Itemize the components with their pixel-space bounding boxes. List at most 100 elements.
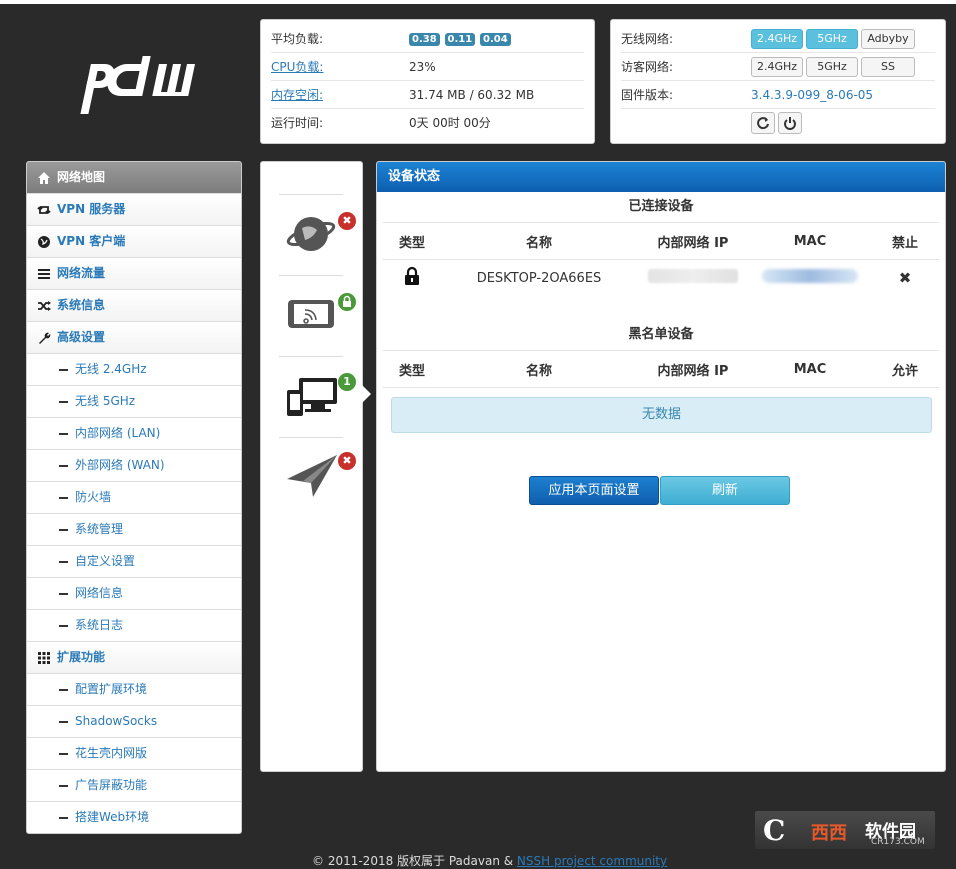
firmware-version-link[interactable]: 3.4.3.9-099_8-06-05 (751, 88, 873, 102)
cpu-load-value: 23% (409, 52, 584, 81)
dash-icon (59, 689, 68, 691)
globe-icon (38, 236, 50, 248)
guest-24ghz-button[interactable]: 2.4GHz (751, 56, 803, 77)
blacklist-title: 黑名单设备 (628, 327, 694, 342)
watermark-site: CR173.COM (871, 837, 925, 847)
sidebar-nav: 网络地图 VPN 服务器 VPN 客户端 网络流量 系统信息 高级设置 无线 2… (26, 161, 242, 834)
sidebar-item-system-admin[interactable]: 系统管理 (27, 514, 241, 546)
col-ip: 内部网络 IP (637, 222, 749, 260)
lock-icon (343, 295, 351, 307)
col-allow: 允许 (871, 350, 939, 388)
sidebar-item-lan[interactable]: 内部网络 (LAN) (27, 418, 241, 450)
wireless-label: 无线网络: (621, 25, 751, 53)
sidebar-item-label: 配置扩展环境 (75, 682, 148, 696)
load-1min: 0.38 (409, 33, 440, 46)
system-status-card: 平均负载: 0.38 0.11 0.04 CPU负载: 23% 内存空闲: 31… (260, 19, 595, 144)
sidebar-item-label: 系统信息 (57, 298, 106, 312)
paper-plane-icon[interactable] (285, 449, 341, 505)
top-strip (0, 0, 956, 4)
redacted-mac (762, 269, 858, 283)
sidebar-item-vpn-server[interactable]: VPN 服务器 (27, 194, 241, 226)
no-data-message: 无数据 (391, 397, 932, 433)
device-status-panel: 设备状态 已连接设备 类型 名称 内部网络 IP MAC 禁止 DESKTOP-… (376, 161, 946, 772)
sidebar-item-system-log[interactable]: 系统日志 (27, 610, 241, 642)
sidebar-item-label: 系统日志 (75, 618, 124, 632)
redacted-ip (648, 269, 738, 283)
community-link[interactable]: NSSH project community (517, 854, 667, 868)
divider (279, 194, 343, 195)
sidebar-item-firewall[interactable]: 防火墙 (27, 482, 241, 514)
uptime-value: 0天 00时 00分 (409, 116, 491, 130)
network-map-icon-column: ✖ 1 ✖ (260, 161, 363, 772)
memory-free-value: 31.74 MB / 60.32 MB (409, 80, 584, 109)
selection-pointer (362, 385, 371, 403)
site-watermark: C 西西 软件园 CR173.COM (755, 811, 935, 849)
sidebar-item-label: 无线 5GHz (75, 394, 136, 408)
refresh-button[interactable] (751, 111, 775, 134)
sidebar-item-network-traffic[interactable]: 网络流量 (27, 258, 241, 290)
wireless-tablet-icon[interactable] (285, 286, 341, 342)
dash-icon (59, 529, 68, 531)
refresh-icon (757, 116, 769, 129)
sidebar-item-label: 扩展功能 (57, 650, 106, 664)
sidebar-item-label: VPN 客户端 (57, 234, 126, 248)
sidebar-item-wan[interactable]: 外部网络 (WAN) (27, 450, 241, 482)
cpu-load-link[interactable]: CPU负载: (271, 60, 323, 74)
blacklist-table: 类型 名称 内部网络 IP MAC 允许 (383, 350, 939, 388)
block-device-icon[interactable]: ✖ (871, 260, 939, 297)
load-5min: 0.11 (444, 33, 476, 46)
panel-actions: 应用本页面设置 刷新 (529, 476, 791, 505)
sidebar-item-wireless-24ghz[interactable]: 无线 2.4GHz (27, 354, 241, 386)
sidebar-item-vpn-client[interactable]: VPN 客户端 (27, 226, 241, 258)
sidebar-item-network-map[interactable]: 网络地图 (27, 162, 241, 194)
watermark-word: 西西 (811, 823, 847, 844)
uptime-label: 运行时间: (271, 116, 324, 130)
divider (279, 437, 343, 438)
lock-badge (338, 293, 356, 311)
guest-label: 访客网络: (621, 52, 751, 81)
sidebar-item-ext-env[interactable]: 配置扩展环境 (27, 674, 241, 706)
col-mac: MAC (749, 222, 871, 260)
dash-icon (59, 561, 68, 563)
apply-settings-button[interactable]: 应用本页面设置 (529, 476, 659, 505)
firmware-label: 固件版本: (621, 80, 751, 109)
sidebar-item-label: 搭建Web环境 (75, 810, 150, 824)
sidebar-item-extensions[interactable]: 扩展功能 (27, 642, 241, 674)
adbyby-button[interactable]: Adbyby (861, 28, 915, 49)
sidebar-item-oray[interactable]: 花生壳内网版 (27, 738, 241, 770)
error-badge: ✖ (338, 212, 356, 230)
refresh-list-button[interactable]: 刷新 (660, 476, 790, 505)
sidebar-item-label: 自定义设置 (75, 554, 136, 568)
copyright-text: © 2011-2018 版权属于 Padavan & (312, 854, 517, 868)
sidebar-item-web-env[interactable]: 搭建Web环境 (27, 802, 241, 833)
sidebar-item-wireless-5ghz[interactable]: 无线 5GHz (27, 386, 241, 418)
ss-button[interactable]: SS (861, 56, 915, 77)
sidebar-item-label: 高级设置 (57, 330, 106, 344)
sidebar-item-adblock[interactable]: 广告屏蔽功能 (27, 770, 241, 802)
sidebar-item-network-info[interactable]: 网络信息 (27, 578, 241, 610)
sidebar-item-advanced-settings[interactable]: 高级设置 (27, 322, 241, 354)
list-icon (38, 269, 50, 279)
sidebar-item-custom-settings[interactable]: 自定义设置 (27, 546, 241, 578)
table-header-row: 类型 名称 内部网络 IP MAC 禁止 (383, 222, 939, 260)
guest-5ghz-button[interactable]: 5GHz (806, 56, 858, 77)
dash-icon (59, 817, 68, 819)
sidebar-item-label: 花生壳内网版 (75, 746, 148, 760)
col-name: 名称 (441, 222, 637, 260)
wireless-24ghz-button[interactable]: 2.4GHz (751, 28, 803, 49)
wireless-5ghz-button[interactable]: 5GHz (806, 28, 858, 49)
col-type: 类型 (383, 222, 441, 260)
sidebar-item-system-info[interactable]: 系统信息 (27, 290, 241, 322)
internet-globe-icon[interactable] (285, 204, 341, 260)
retweet-icon (37, 206, 51, 214)
dash-icon (59, 433, 68, 435)
grid-icon (38, 652, 50, 664)
dash-icon (59, 721, 68, 723)
memory-free-link[interactable]: 内存空闲: (271, 88, 323, 102)
sidebar-item-shadowsocks[interactable]: ShadowSocks (27, 706, 241, 738)
load-values: 0.38 0.11 0.04 (409, 25, 584, 53)
power-button[interactable] (778, 111, 802, 134)
table-header-row: 类型 名称 内部网络 IP MAC 允许 (383, 350, 939, 388)
clients-monitor-icon[interactable] (285, 368, 341, 424)
sidebar-item-label: 防火墙 (75, 490, 112, 504)
